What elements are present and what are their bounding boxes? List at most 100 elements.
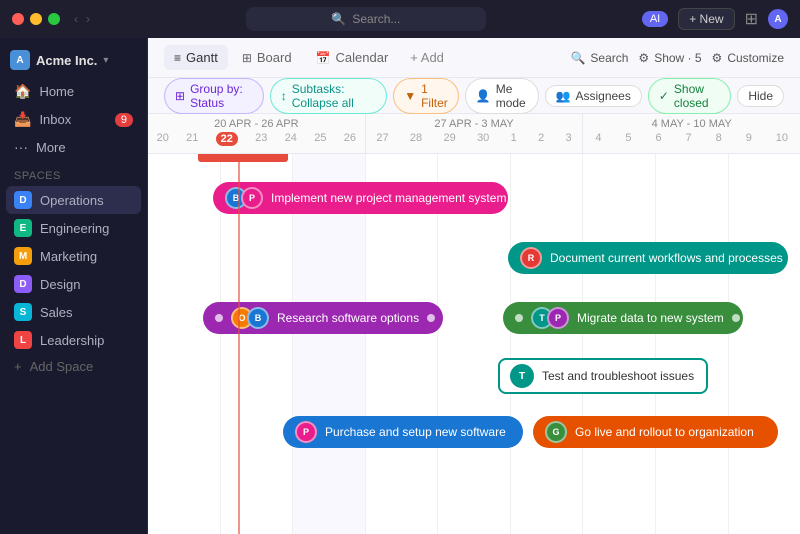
task5-avatar: T <box>510 364 534 388</box>
task-bar-implement[interactable]: B P Implement new project management sys… <box>213 182 508 214</box>
tab-gantt[interactable]: ≡ Gantt <box>164 45 228 70</box>
task2-avatars: R <box>520 247 542 269</box>
search-topbar-label: Search <box>590 51 628 65</box>
show-closed-chip[interactable]: ✓ Show closed <box>648 78 731 114</box>
tab-calendar[interactable]: 📅 Calendar <box>306 45 399 70</box>
sidebar-item-sales[interactable]: S Sales <box>6 298 141 326</box>
search-button[interactable]: 🔍 Search <box>570 51 628 65</box>
task7-label: Go live and rollout to organization <box>575 425 766 439</box>
day-25: 25 <box>314 132 326 146</box>
app-body: A Acme Inc. ▾ 🏠 Home 📥 Inbox 9 ··· More … <box>0 38 800 534</box>
hide-chip[interactable]: Hide <box>737 85 784 107</box>
search-topbar-icon: 🔍 <box>570 51 585 65</box>
task4-right-handle <box>732 314 740 322</box>
me-mode-chip[interactable]: 👤 Me mode <box>465 78 539 114</box>
sidebar: A Acme Inc. ▾ 🏠 Home 📥 Inbox 9 ··· More … <box>0 38 148 534</box>
maximize-button[interactable] <box>48 13 60 25</box>
workspace-header[interactable]: A Acme Inc. ▾ <box>0 46 147 78</box>
sales-label: Sales <box>40 305 73 320</box>
me-mode-label: Me mode <box>496 82 528 110</box>
task5-label: Test and troubleshoot issues <box>542 369 694 383</box>
task-bar-migrate[interactable]: T P Migrate data to new system <box>503 302 743 334</box>
add-space-button[interactable]: + Add Space <box>6 354 141 379</box>
task-bar-golive[interactable]: G Go live and rollout to organization <box>533 416 778 448</box>
day-4: 4 <box>595 132 601 144</box>
new-button[interactable]: + New <box>678 8 734 30</box>
task4-left-handle <box>515 314 523 322</box>
marketing-label: Marketing <box>40 249 97 264</box>
sidebar-item-engineering[interactable]: E Engineering <box>6 214 141 242</box>
filter-label: 1 Filter <box>421 82 448 110</box>
tab-board[interactable]: ⊞ Board <box>232 45 302 70</box>
task7-avatars: G <box>545 421 567 443</box>
spaces-section-label: Spaces <box>0 160 147 186</box>
avatar3: R <box>520 247 542 269</box>
grid-icon[interactable]: ⊞ <box>745 9 758 29</box>
task-box-test[interactable]: T Test and troubleshoot issues <box>498 358 708 394</box>
sidebar-nav: 🏠 Home 📥 Inbox 9 ··· More <box>0 78 147 160</box>
minimize-button[interactable] <box>30 13 42 25</box>
task-bar-document[interactable]: R Document current workflows and process… <box>508 242 788 274</box>
add-space-label: Add Space <box>30 359 94 374</box>
customize-icon: ⚙ <box>712 51 723 65</box>
forward-arrow[interactable]: › <box>86 12 90 26</box>
show-icon: ⚙ <box>638 51 649 65</box>
show-button[interactable]: ⚙ Show · 5 <box>638 51 701 65</box>
main-content: ≡ Gantt ⊞ Board 📅 Calendar + Add 🔍 Searc… <box>148 38 800 534</box>
gantt-chart: 20 APR - 26 APR 20 21 22 23 24 25 26 27 … <box>148 114 800 534</box>
add-view-button[interactable]: + Add <box>402 45 452 70</box>
close-button[interactable] <box>12 13 24 25</box>
task6-avatars: P <box>295 421 317 443</box>
date-headers: 20 APR - 26 APR 20 21 22 23 24 25 26 27 … <box>148 114 800 154</box>
assignees-chip[interactable]: 👥 Assignees <box>545 85 642 107</box>
avatar8: P <box>295 421 317 443</box>
add-view-label: + Add <box>410 50 444 65</box>
sidebar-item-leadership[interactable]: L Leadership <box>6 326 141 354</box>
group-by-chip[interactable]: ⊞ Group by: Status <box>164 78 264 114</box>
day-22-today: 22 <box>216 132 238 146</box>
customize-button[interactable]: ⚙ Customize <box>712 51 784 65</box>
week2-header: 27 APR - 3 MAY 27 28 29 30 1 2 3 <box>366 114 584 153</box>
day-23: 23 <box>255 132 267 146</box>
engineering-label: Engineering <box>40 221 109 236</box>
day-2: 2 <box>538 132 544 144</box>
avatar9: G <box>545 421 567 443</box>
task-bar-purchase[interactable]: P Purchase and setup new software <box>283 416 523 448</box>
task3-left-handle <box>215 314 223 322</box>
sidebar-item-more[interactable]: ··· More <box>6 134 141 160</box>
sidebar-item-operations[interactable]: D Operations <box>6 186 141 214</box>
sidebar-item-marketing[interactable]: M Marketing <box>6 242 141 270</box>
show-label: Show · 5 <box>654 51 701 65</box>
plus-icon: + <box>14 359 22 374</box>
task1-label: Implement new project management system <box>271 191 506 205</box>
task3-right-handle <box>427 314 435 322</box>
board-tab-icon: ⊞ <box>242 51 252 65</box>
ai-badge[interactable]: AI <box>642 11 668 27</box>
day-8: 8 <box>716 132 722 144</box>
search-bar[interactable]: 🔍 Search... <box>246 7 486 31</box>
calendar-tab-label: Calendar <box>336 50 389 65</box>
operations-dot: D <box>14 191 32 209</box>
assignees-label: Assignees <box>575 89 630 103</box>
day-6: 6 <box>655 132 661 144</box>
design-dot: D <box>14 275 32 293</box>
day-26: 26 <box>344 132 356 146</box>
marketing-dot: M <box>14 247 32 265</box>
search-placeholder: Search... <box>352 12 400 26</box>
task1-avatars: B P <box>225 187 263 209</box>
leadership-label: Leadership <box>40 333 104 348</box>
day-9: 9 <box>746 132 752 144</box>
back-arrow[interactable]: ‹ <box>74 12 78 26</box>
sidebar-item-home[interactable]: 🏠 Home <box>6 78 141 105</box>
sidebar-item-design[interactable]: D Design <box>6 270 141 298</box>
day-21: 21 <box>186 132 198 146</box>
week3-label: 4 MAY - 10 MAY <box>652 114 732 130</box>
sidebar-item-inbox[interactable]: 📥 Inbox 9 <box>6 106 141 133</box>
task4-avatars: T P <box>531 307 569 329</box>
today-highlight-bar <box>198 154 288 162</box>
filter-bar: ⊞ Group by: Status ↕ Subtasks: Collapse … <box>148 78 800 114</box>
subtasks-chip[interactable]: ↕ Subtasks: Collapse all <box>270 78 387 114</box>
engineering-dot: E <box>14 219 32 237</box>
subtasks-icon: ↕ <box>281 89 287 103</box>
filter-chip[interactable]: ▼ 1 Filter <box>393 78 459 114</box>
